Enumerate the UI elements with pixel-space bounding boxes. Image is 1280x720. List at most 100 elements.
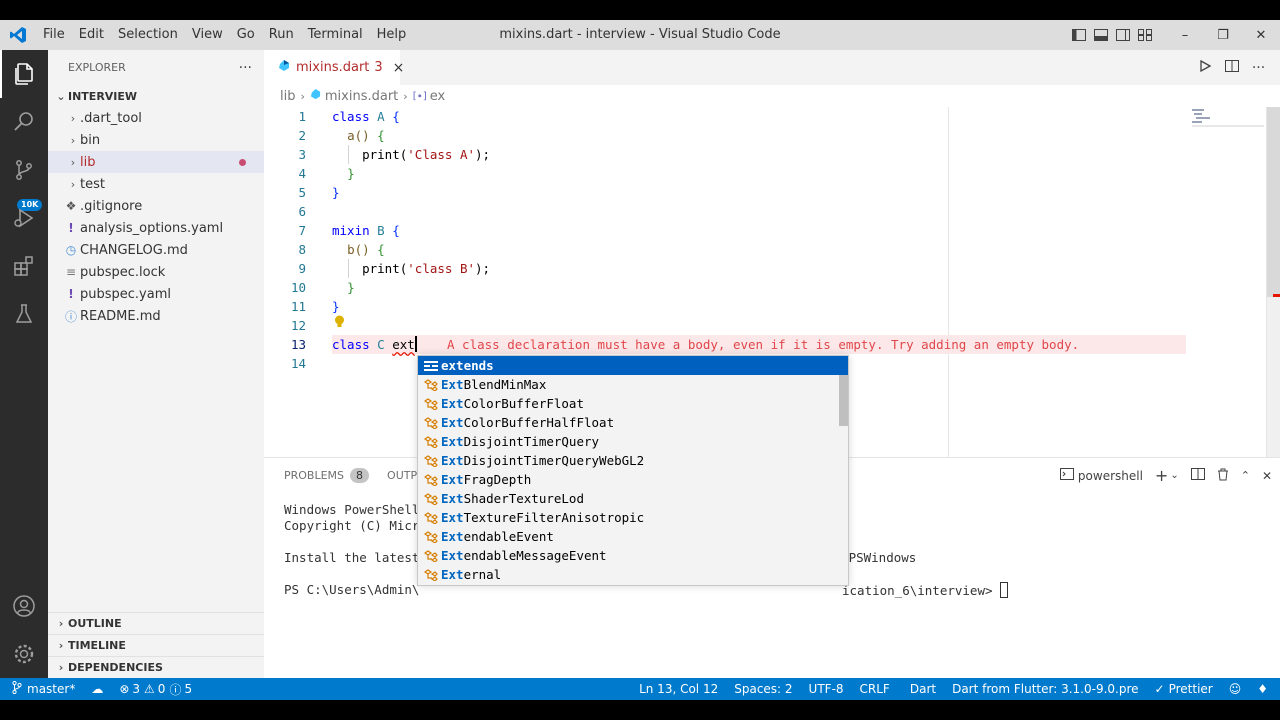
suggestion-item[interactable]: Ext ernal <box>418 565 848 584</box>
line-endings[interactable]: CRLF <box>852 682 898 696</box>
suggestion-item[interactable]: Ext ColorBufferFloat <box>418 394 848 413</box>
split-editor-icon[interactable] <box>1218 59 1245 76</box>
class-icon <box>422 470 440 489</box>
suggestion-item[interactable]: Ext DisjointTimerQuery <box>418 432 848 451</box>
search-icon[interactable] <box>0 98 48 146</box>
customize-layout-icon[interactable] <box>1134 20 1156 50</box>
breadcrumb-symbol[interactable]: ex <box>430 89 445 104</box>
menu-run[interactable]: Run <box>262 20 301 50</box>
tree-folder-dart-tool[interactable]: › .dart_tool <box>48 107 264 129</box>
explorer-icon[interactable] <box>0 50 48 98</box>
suggestion-item[interactable]: Ext FragDepth <box>418 470 848 489</box>
suggestion-label: DisjointTimerQuery <box>463 434 600 449</box>
extensions-icon[interactable] <box>0 242 48 290</box>
minimize-icon[interactable]: – <box>1166 20 1204 50</box>
breadcrumb-folder[interactable]: lib <box>280 89 295 104</box>
suggestion-item[interactable]: Ext endableEvent <box>418 527 848 546</box>
feedback-icon[interactable]: ☺ <box>1221 682 1250 696</box>
tree-file-analysis-options[interactable]: ! analysis_options.yaml <box>48 217 264 239</box>
cursor-position[interactable]: Ln 13, Col 12 <box>631 682 726 696</box>
tree-file-readme[interactable]: ⓘ README.md <box>48 305 264 327</box>
outline-section[interactable]: › OUTLINE <box>48 612 264 634</box>
autocomplete-popup[interactable]: extends Ext BlendMinMax Ext ColorBufferFlo… <box>417 355 849 586</box>
split-terminal-icon[interactable] <box>1190 468 1205 483</box>
suggestion-item-selected[interactable]: extends <box>418 356 848 375</box>
run-file-icon[interactable] <box>1191 59 1218 76</box>
chevron-right-icon: › <box>58 639 64 652</box>
menu-go[interactable]: Go <box>230 20 262 50</box>
close-tab-icon[interactable]: × <box>393 60 405 76</box>
menu-help[interactable]: Help <box>370 20 414 50</box>
new-terminal-icon[interactable]: + <box>1155 466 1168 485</box>
toggle-panel-icon[interactable] <box>1090 20 1112 50</box>
toggle-secondary-sidebar-icon[interactable] <box>1112 20 1134 50</box>
suggestion-item[interactable]: Ext BlendMinMax <box>418 375 848 394</box>
suggestion-item[interactable]: Ext endableMessageEvent <box>418 546 848 565</box>
tree-file-pubspec-yaml[interactable]: ! pubspec.yaml <box>48 283 264 305</box>
suggestion-item[interactable]: Ext ShaderTextureLod <box>418 489 848 508</box>
suggestion-match: Ext <box>441 377 464 392</box>
minimap[interactable] <box>1192 107 1264 487</box>
line-number: 3 <box>298 147 306 162</box>
breadcrumb-file[interactable]: mixins.dart <box>325 89 398 104</box>
sync-status[interactable]: ☁ <box>83 682 111 696</box>
suggestion-match: Ext <box>441 396 464 411</box>
dart-sdk[interactable]: Dart from Flutter: 3.1.0-9.0.pre <box>944 682 1146 696</box>
encoding[interactable]: UTF-8 <box>801 682 852 696</box>
menu-terminal[interactable]: Terminal <box>301 20 370 50</box>
problems-status[interactable]: ⊗ 3 ⚠ 0 ⓘ 5 <box>111 681 200 698</box>
maximize-panel-icon[interactable]: ⌃ <box>1241 469 1250 482</box>
menu-selection[interactable]: Selection <box>111 20 185 50</box>
inline-error-message: A class declaration must have a body, ev… <box>447 337 1080 352</box>
run-debug-icon[interactable] <box>0 194 48 242</box>
restore-icon[interactable]: ❐ <box>1204 20 1242 50</box>
indentation[interactable]: Spaces: 2 <box>726 682 800 696</box>
branch-status[interactable]: master* <box>0 680 83 697</box>
toggle-sidebar-icon[interactable] <box>1068 20 1090 50</box>
explorer-more-icon[interactable]: ··· <box>239 60 252 76</box>
suggestion-match: Ext <box>441 491 464 506</box>
timeline-label: TIMELINE <box>68 639 126 652</box>
tree-file-gitignore[interactable]: ❖ .gitignore <box>48 195 264 217</box>
accounts-icon[interactable] <box>0 582 48 630</box>
suggestion-item[interactable]: Ext TextureFilterAnisotropic <box>418 508 848 527</box>
status-right: Ln 13, Col 12 Spaces: 2 UTF-8 CRLF Dart … <box>631 678 1276 700</box>
manage-gear-icon[interactable] <box>0 630 48 678</box>
class-icon <box>422 375 440 394</box>
terminal-output[interactable]: Windows PowerShell Copyright (C) Micr In… <box>284 502 419 598</box>
terminal-name[interactable]: powershell <box>1078 469 1143 483</box>
minimap-viewport <box>1192 125 1264 127</box>
suggestion-scrollbar[interactable] <box>839 375 848 426</box>
menu-view[interactable]: View <box>185 20 230 50</box>
source-control-icon[interactable] <box>0 146 48 194</box>
menu-file[interactable]: File <box>36 20 72 50</box>
tab-problems[interactable]: PROBLEMS 8 <box>284 468 370 483</box>
tree-file-changelog[interactable]: ◷ CHANGELOG.md <box>48 239 264 261</box>
dependencies-section[interactable]: › DEPENDENCIES <box>48 656 264 678</box>
testing-icon[interactable] <box>0 290 48 338</box>
tree-folder-bin[interactable]: › bin <box>48 129 264 151</box>
more-actions-icon[interactable]: ··· <box>1245 60 1272 76</box>
tree-folder-test[interactable]: › test <box>48 173 264 195</box>
close-window-icon[interactable]: ✕ <box>1242 20 1280 50</box>
title-bar: File Edit Selection View Go Run Terminal… <box>0 20 1280 50</box>
tree-folder-lib[interactable]: › lib <box>48 151 264 173</box>
menu-edit[interactable]: Edit <box>72 20 111 50</box>
workspace-section[interactable]: ⌄ INTERVIEW <box>48 85 264 107</box>
tab-mixins-dart[interactable]: mixins.dart 3 × <box>264 50 404 85</box>
editor-scrollbar[interactable] <box>1266 107 1280 487</box>
trash-icon[interactable] <box>1217 468 1229 484</box>
tree-file-pubspec-lock[interactable]: ≡ pubspec.lock <box>48 261 264 283</box>
timeline-section[interactable]: › TIMELINE <box>48 634 264 656</box>
line-number: 12 <box>290 318 306 333</box>
lightbulb-icon[interactable] <box>334 315 345 332</box>
suggestion-item[interactable]: Ext DisjointTimerQueryWebGL2 <box>418 451 848 470</box>
language-mode[interactable]: Dart <box>898 682 944 696</box>
class-icon <box>422 394 440 413</box>
close-panel-icon[interactable]: ✕ <box>1262 469 1272 483</box>
prettier-status[interactable]: ✓ Prettier <box>1147 682 1221 696</box>
chevron-down-icon[interactable]: ⌄ <box>1170 470 1178 481</box>
suggestion-item[interactable]: Ext ColorBufferHalfFloat <box>418 413 848 432</box>
scrollbar-slider[interactable] <box>1267 107 1280 297</box>
notifications-bell-icon[interactable]: ♦ <box>1249 682 1276 696</box>
